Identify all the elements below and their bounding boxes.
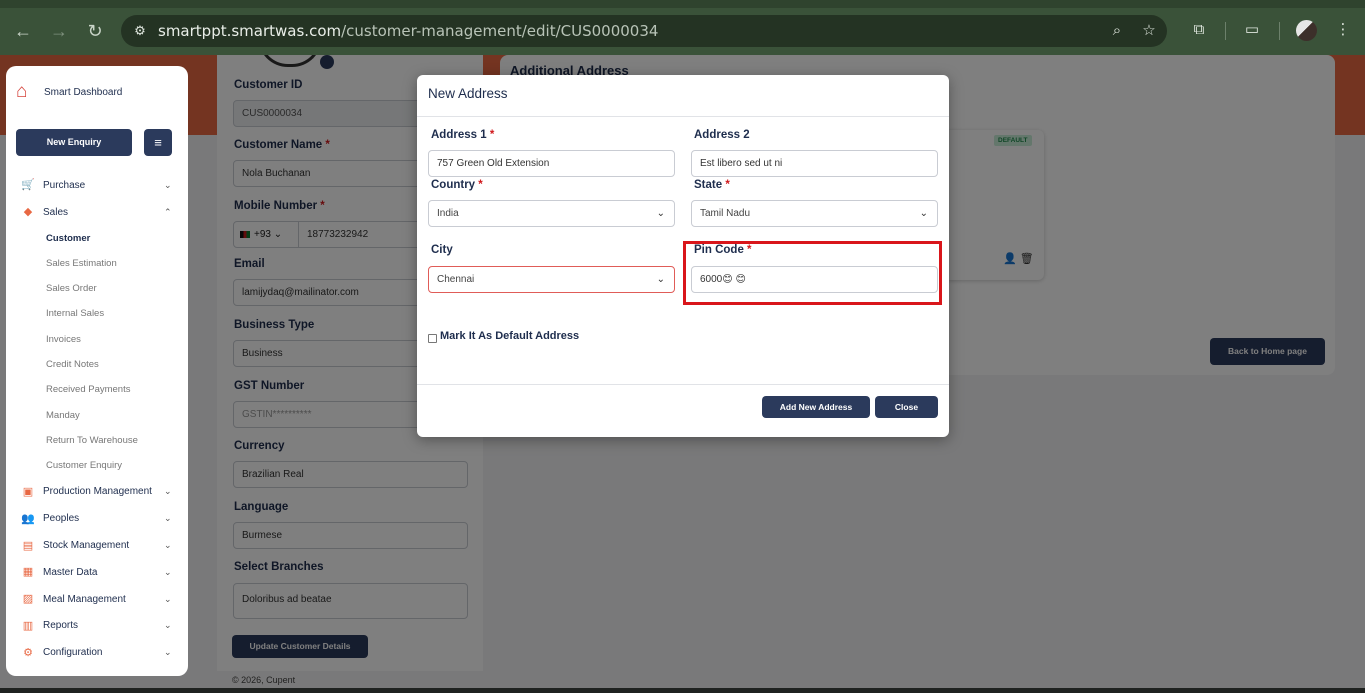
address-bar[interactable]: ⚙ smartppt.smartwas.com/customer-managem… — [121, 15, 1167, 47]
default-address-label[interactable]: Mark It As Default Address — [440, 330, 579, 342]
sidebar-subitem-internal-sales[interactable]: Internal Sales — [6, 301, 188, 326]
country-label: Country * — [431, 179, 483, 191]
sidebar-subitem-manday[interactable]: Manday — [6, 403, 188, 428]
sidebar-subitem-customer-enquiry[interactable]: Customer Enquiry — [6, 453, 188, 478]
brand-name: Smart Dashboard — [44, 86, 123, 98]
database-icon: ▦ — [22, 566, 34, 579]
box-icon: ▤ — [22, 539, 34, 552]
hamburger-menu-icon[interactable]: ≡ — [144, 129, 172, 156]
divider — [417, 116, 949, 117]
extensions-icon[interactable]: ⧉ — [1188, 19, 1210, 41]
sidebar-subitem-sales-estimation[interactable]: Sales Estimation — [6, 251, 188, 276]
sidebar: ⌂ Smart Dashboard New Enquiry ≡ 🛒 Purchas… — [6, 66, 188, 676]
modal-title: New Address — [428, 86, 508, 101]
sidebar-subitem-customer[interactable]: Customer — [6, 226, 188, 251]
sidebar-subitem-credit-notes[interactable]: Credit Notes — [6, 352, 188, 377]
sidebar-item-reports[interactable]: ▥ Reports ⌄ — [6, 613, 188, 640]
close-button[interactable]: Close — [875, 396, 938, 418]
tab-strip — [0, 0, 1365, 8]
toolbar-separator — [1279, 22, 1280, 40]
sidebar-item-peoples[interactable]: 👥 Peoples ⌄ — [6, 505, 188, 532]
taskbar-edge — [0, 688, 1365, 693]
new-enquiry-button[interactable]: New Enquiry — [16, 129, 132, 156]
sidebar-item-meal-management[interactable]: ▨ Meal Management ⌄ — [6, 586, 188, 613]
people-icon: 👥 — [21, 512, 35, 525]
state-label: State * — [694, 179, 730, 191]
chevron-down-icon: ⌄ — [919, 208, 928, 219]
sidebar-item-sales[interactable]: ◆ Sales ⌃ — [6, 199, 188, 226]
address1-input[interactable]: 757 Green Old Extension — [428, 150, 675, 177]
address1-label: Address 1 * — [431, 129, 495, 141]
chevron-down-icon: ⌄ — [164, 486, 172, 497]
address2-label: Address 2 — [694, 129, 750, 141]
chevron-down-icon: ⌄ — [164, 513, 172, 524]
url-text[interactable]: smartppt.smartwas.com/customer-managemen… — [158, 22, 658, 40]
chevron-down-icon: ⌄ — [164, 620, 172, 631]
pincode-label: Pin Code * — [694, 244, 752, 256]
bookmark-star-icon[interactable]: ☆ — [1139, 21, 1159, 41]
new-address-modal: New Address Address 1 * 757 Green Old Ex… — [417, 75, 949, 437]
sidebar-item-stock-management[interactable]: ▤ Stock Management ⌄ — [6, 532, 188, 559]
browser-toolbar: ← → ↻ ⚙ smartppt.smartwas.com/customer-m… — [0, 0, 1365, 62]
toolbar-separator — [1225, 22, 1226, 40]
default-address-checkbox[interactable] — [428, 334, 437, 343]
store-logo-icon: ⌂ — [16, 81, 28, 102]
factory-icon: ▣ — [22, 485, 34, 498]
meal-icon: ▨ — [22, 593, 34, 606]
sales-icon: ◆ — [23, 206, 33, 219]
city-select[interactable]: Chennai ⌄ — [428, 266, 675, 293]
state-select[interactable]: Tamil Nadu ⌄ — [691, 200, 938, 227]
forward-icon[interactable]: → — [45, 17, 73, 45]
chevron-down-icon: ⌄ — [164, 647, 172, 658]
pincode-input[interactable]: 6000😊 😊 — [691, 266, 938, 293]
chevron-down-icon: ⌄ — [164, 179, 172, 190]
menu-kebab-icon[interactable]: ⋮ — [1332, 19, 1354, 41]
chevron-down-icon: ⌄ — [656, 208, 665, 219]
chevron-down-icon: ⌄ — [164, 593, 172, 604]
chevron-down-icon: ⌄ — [164, 566, 172, 577]
report-icon: ▥ — [22, 619, 34, 632]
reading-list-icon[interactable]: ▭ — [1241, 19, 1263, 41]
add-new-address-button[interactable]: Add New Address — [762, 396, 870, 418]
sidebar-item-purchase[interactable]: 🛒 Purchase ⌄ — [6, 172, 188, 199]
sidebar-subitem-invoices[interactable]: Invoices — [6, 327, 188, 352]
sidebar-menu: 🛒 Purchase ⌄ ◆ Sales ⌃ Customer Sales Estima… — [6, 172, 188, 666]
profile-avatar[interactable] — [1296, 20, 1317, 41]
sidebar-subitem-sales-order[interactable]: Sales Order — [6, 276, 188, 301]
city-label: City — [431, 244, 453, 256]
settings-icon: ⚙ — [23, 646, 33, 659]
sidebar-subitem-received-payments[interactable]: Received Payments — [6, 377, 188, 402]
sidebar-subitem-return-to-warehouse[interactable]: Return To Warehouse — [6, 428, 188, 453]
chevron-up-icon: ⌃ — [164, 206, 172, 217]
cart-icon: 🛒 — [21, 179, 35, 192]
brand: ⌂ Smart Dashboard — [16, 80, 122, 104]
sidebar-item-master-data[interactable]: ▦ Master Data ⌄ — [6, 559, 188, 586]
address2-input[interactable]: Est libero sed ut ni — [691, 150, 938, 177]
chevron-down-icon: ⌄ — [164, 540, 172, 551]
reload-icon[interactable]: ↻ — [81, 17, 109, 45]
back-icon[interactable]: ← — [9, 17, 37, 45]
chevron-down-icon: ⌄ — [656, 274, 665, 285]
sidebar-item-production-management[interactable]: ▣ Production Management ⌄ — [6, 479, 188, 506]
zoom-icon[interactable]: ⌕ — [1107, 21, 1127, 41]
country-select[interactable]: India ⌄ — [428, 200, 675, 227]
site-info-icon[interactable]: ⚙ — [131, 22, 149, 40]
divider — [417, 384, 949, 385]
sidebar-item-configuration[interactable]: ⚙ Configuration ⌄ — [6, 639, 188, 666]
